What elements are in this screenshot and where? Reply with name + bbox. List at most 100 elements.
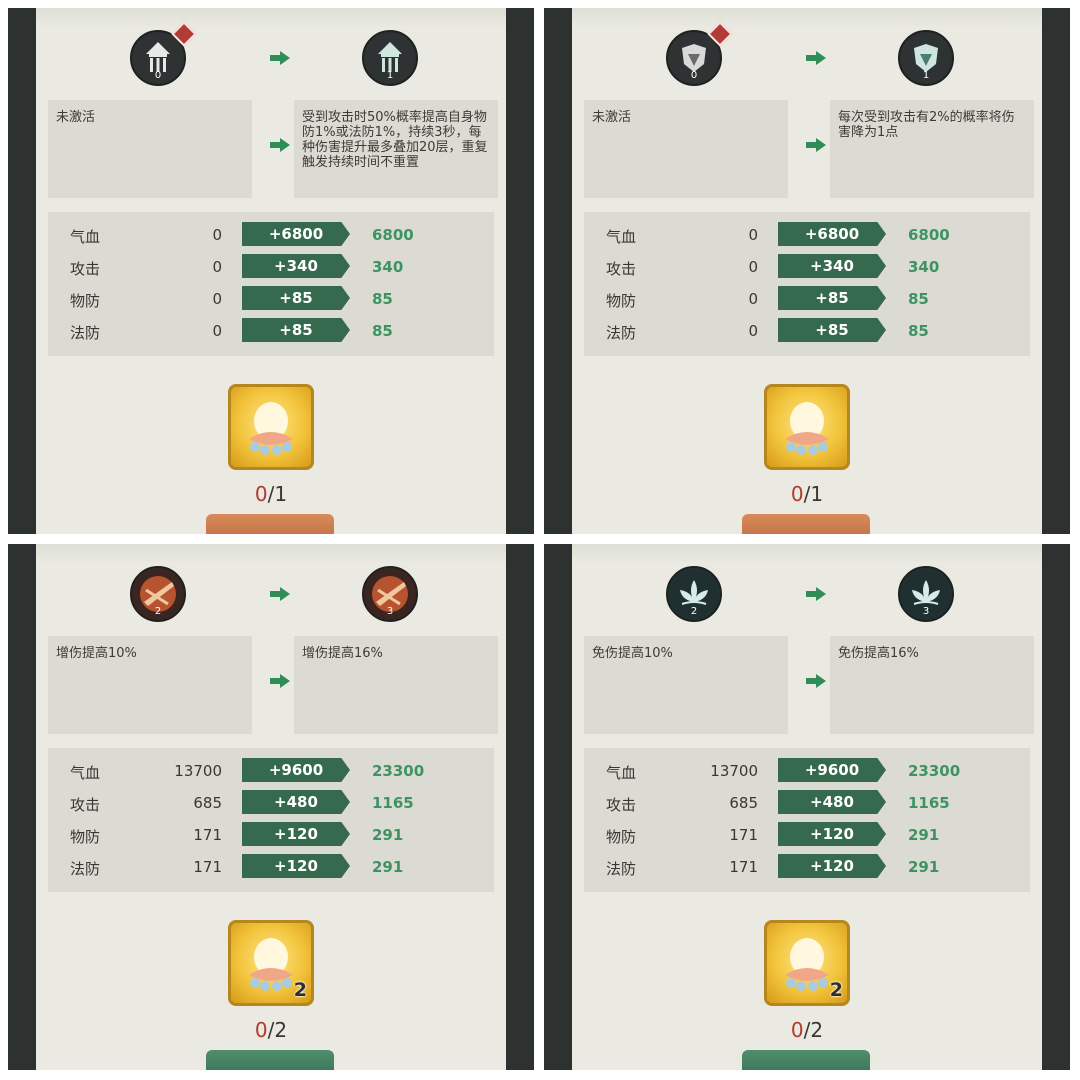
panel-background: 0 1 未激活 每次受到攻击有2%的概率将伤害降为1点 气血 0 +6800 6… (572, 8, 1042, 534)
stat-name: 法防 (70, 324, 101, 342)
effect-before: 增伤提高10% (48, 636, 252, 734)
talent-panel-1: 0 1 未激活 受到攻击时50%概率提高自身物防1%或法防1%，持续3秒，每种伤… (8, 8, 534, 534)
lotus-icon[interactable]: 2 (666, 566, 722, 622)
stat-row: 气血 13700 +9600 23300 (584, 758, 1030, 782)
peach-item-icon[interactable] (764, 384, 850, 470)
panel-background: 2 3 增伤提高10% 增伤提高16% 气血 13700 +9600 23300… (36, 544, 506, 1070)
stat-total: 6800 (908, 226, 950, 244)
stat-name: 气血 (70, 764, 101, 782)
stat-row: 气血 0 +6800 6800 (48, 222, 494, 246)
talent-panel-3: 2 3 增伤提高10% 增伤提高16% 气血 13700 +9600 23300… (8, 544, 534, 1070)
bell-tower-icon[interactable]: 0 (130, 21, 197, 86)
stat-base: 171 (729, 826, 758, 844)
peach-item-icon[interactable]: 2 (228, 920, 314, 1006)
stat-name: 法防 (70, 860, 101, 878)
stat-total: 340 (908, 258, 940, 276)
stat-bonus: +120 (778, 854, 886, 878)
stat-row: 物防 0 +85 85 (48, 286, 494, 310)
stat-bonus: +85 (242, 286, 350, 310)
stat-bonus: +120 (242, 822, 350, 846)
stat-bonus: +9600 (242, 758, 350, 782)
stat-total: 340 (372, 258, 404, 276)
stat-row: 气血 0 +6800 6800 (584, 222, 1030, 246)
stat-bonus: +120 (242, 854, 350, 878)
shield-leaf-icon: 1 (898, 30, 954, 86)
stat-total: 1165 (908, 794, 950, 812)
stat-base: 171 (729, 858, 758, 876)
stat-name: 物防 (70, 828, 101, 846)
bell-tower-icon: 1 (362, 30, 418, 86)
stat-row: 攻击 0 +340 340 (584, 254, 1030, 278)
stat-total: 85 (908, 290, 929, 308)
stat-base: 685 (193, 794, 222, 812)
stat-bonus: +340 (778, 254, 886, 278)
progress-current: 0 (790, 482, 804, 506)
stat-total: 291 (908, 858, 940, 876)
cloud-decoration (572, 544, 1042, 564)
stat-total: 85 (372, 322, 393, 340)
arrow-right-icon (806, 674, 826, 688)
effect-before: 未激活 (48, 100, 252, 198)
scroll-blade-icon: 3 (362, 566, 418, 622)
stat-bonus: +480 (242, 790, 350, 814)
stat-base: 0 (748, 258, 758, 276)
peach-item-icon[interactable] (228, 384, 314, 470)
stat-base: 171 (193, 826, 222, 844)
stat-base: 171 (193, 858, 222, 876)
stat-bonus: +340 (242, 254, 350, 278)
stat-bonus: +85 (778, 286, 886, 310)
stat-total: 1165 (372, 794, 414, 812)
activate-button[interactable]: 激活 (742, 514, 870, 534)
stat-total: 23300 (908, 762, 961, 780)
cloud-decoration (572, 8, 1042, 28)
effect-after: 增伤提高16% (294, 636, 498, 734)
progress-total: /1 (267, 482, 288, 506)
progress-total: /2 (803, 1018, 824, 1042)
stat-row: 物防 171 +120 291 (584, 822, 1030, 846)
arrow-right-icon (806, 138, 826, 152)
stat-row: 物防 0 +85 85 (584, 286, 1030, 310)
stat-base: 0 (212, 258, 222, 276)
arrow-right-icon (270, 587, 290, 601)
stat-row: 法防 0 +85 85 (584, 318, 1030, 342)
stat-total: 291 (372, 858, 404, 876)
peach-glyph (249, 402, 293, 455)
upgrade-button[interactable]: 升级 (742, 1050, 870, 1070)
stat-name: 攻击 (70, 796, 101, 814)
peach-glyph (785, 402, 829, 455)
badge-level-from: 0 (690, 70, 698, 81)
stat-total: 6800 (372, 226, 414, 244)
material-progress: 0/1 (36, 482, 506, 506)
stat-bonus: +85 (778, 318, 886, 342)
stat-base: 0 (212, 290, 222, 308)
badge-level-from: 0 (154, 70, 162, 81)
progress-current: 0 (254, 482, 268, 506)
stat-name: 攻击 (606, 796, 637, 814)
effect-after: 受到攻击时50%概率提高自身物防1%或法防1%，持续3秒，每种伤害提升最多叠加2… (294, 100, 498, 198)
lotus-icon: 3 (898, 566, 954, 622)
progress-total: /2 (267, 1018, 288, 1042)
stat-name: 攻击 (70, 260, 101, 278)
stat-name: 攻击 (606, 260, 637, 278)
stat-bonus: +9600 (778, 758, 886, 782)
stat-base: 13700 (710, 762, 758, 780)
stat-base: 685 (729, 794, 758, 812)
talent-panel-2: 0 1 未激活 每次受到攻击有2%的概率将伤害降为1点 气血 0 +6800 6… (544, 8, 1070, 534)
stat-row: 攻击 685 +480 1165 (48, 790, 494, 814)
scroll-blade-icon[interactable]: 2 (130, 566, 186, 622)
shield-leaf-icon[interactable]: 0 (666, 21, 733, 86)
activate-button[interactable]: 激活 (206, 514, 334, 534)
progress-current: 0 (790, 1018, 804, 1042)
material-progress: 0/1 (572, 482, 1042, 506)
stat-row: 法防 171 +120 291 (48, 854, 494, 878)
stat-bonus: +85 (242, 318, 350, 342)
badge-level-to: 3 (922, 606, 930, 617)
progress-total: /1 (803, 482, 824, 506)
upgrade-button[interactable]: 升级 (206, 1050, 334, 1070)
stat-row: 法防 171 +120 291 (584, 854, 1030, 878)
cloud-decoration (36, 544, 506, 564)
stat-bonus: +6800 (778, 222, 886, 246)
effect-after: 免伤提高16% (830, 636, 1034, 734)
peach-item-icon[interactable]: 2 (764, 920, 850, 1006)
stats-table: 气血 0 +6800 6800 攻击 0 +340 340 物防 0 +85 8… (48, 212, 494, 356)
